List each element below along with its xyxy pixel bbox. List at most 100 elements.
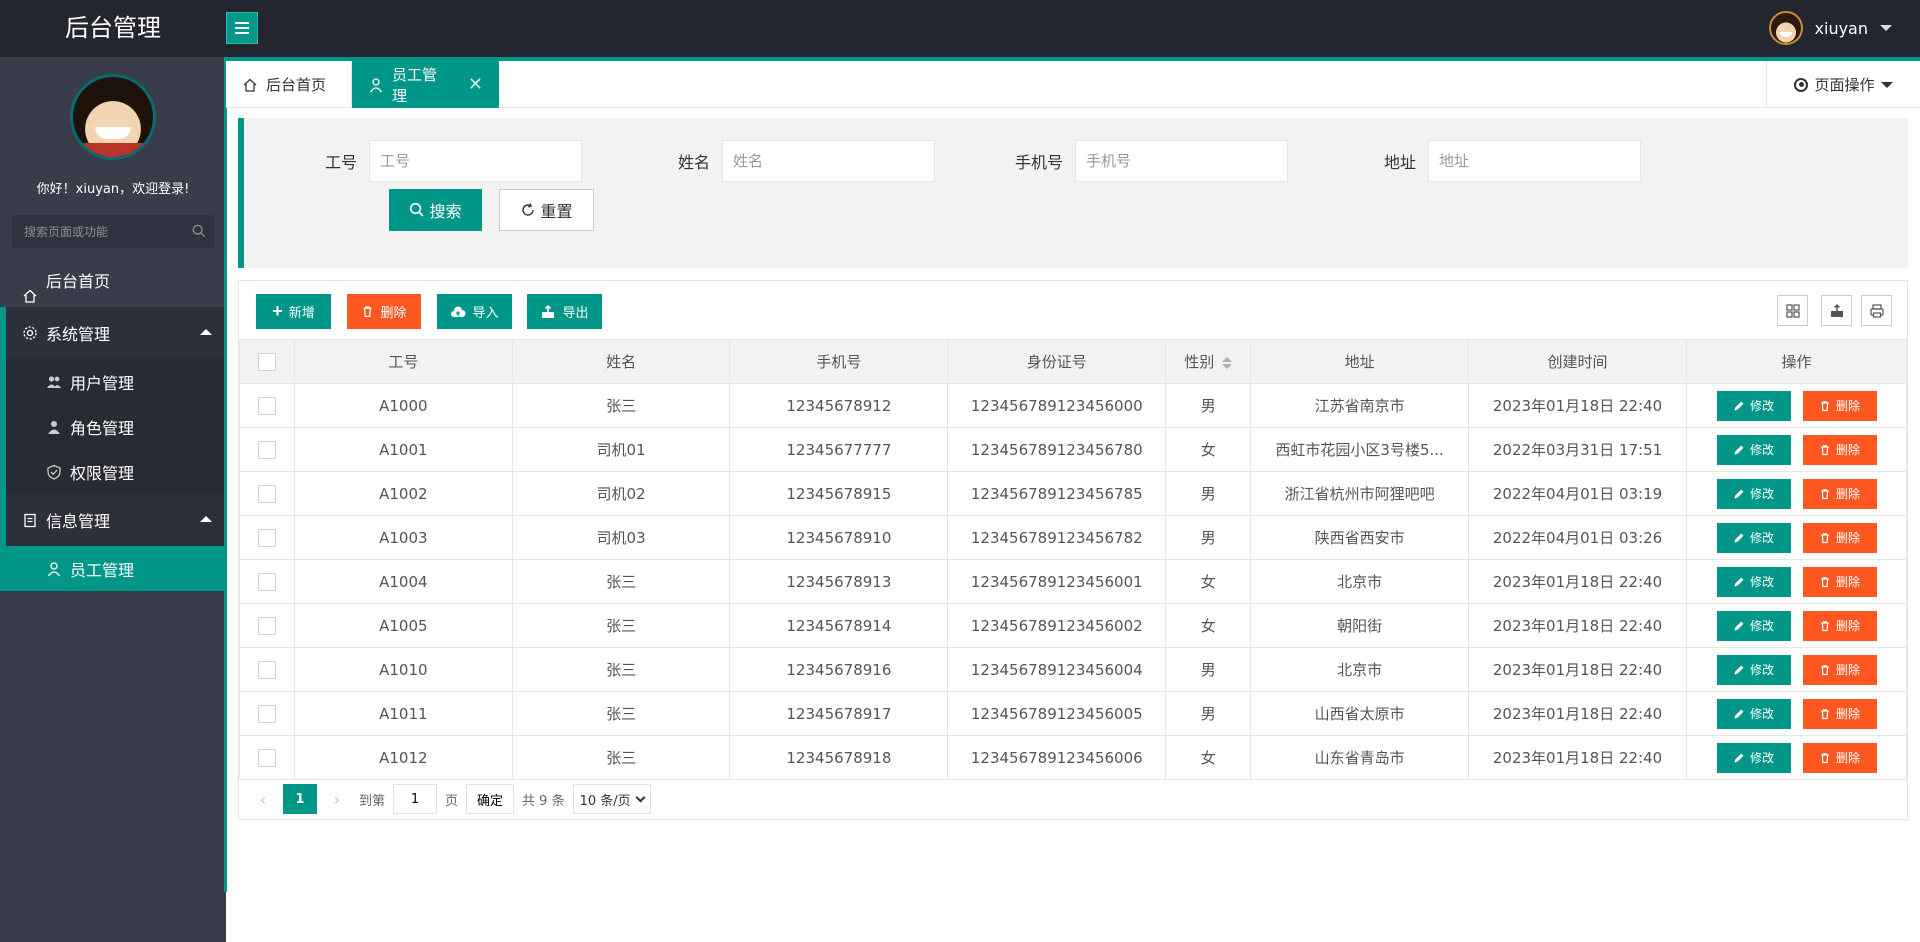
table-row: A1012 张三 12345678918 123456789123456006 女山东省… bbox=[239, 735, 1907, 780]
field-label: 手机号 bbox=[1014, 153, 1063, 172]
table-header-row: 工号 姓名 手机号 身份证号 性别 地址 创建时间 操作 bbox=[239, 339, 1907, 384]
row-checkbox[interactable] bbox=[257, 572, 276, 591]
reset-button[interactable]: 重置 bbox=[499, 189, 594, 231]
sort-icon[interactable] bbox=[1222, 356, 1233, 369]
import-button[interactable]: 导入 bbox=[437, 294, 512, 329]
goto-confirm-button[interactable]: 确定 bbox=[466, 784, 515, 814]
edit-button[interactable]: 修改 bbox=[1716, 478, 1791, 509]
columns-filter-button[interactable] bbox=[1777, 295, 1808, 326]
edit-button[interactable]: 修改 bbox=[1716, 610, 1791, 641]
chevron-down-icon bbox=[635, 792, 646, 802]
search-button[interactable]: 搜索 bbox=[389, 189, 482, 231]
row-checkbox[interactable] bbox=[257, 440, 276, 459]
row-actions: 修改 删除 bbox=[1686, 383, 1907, 428]
table-cell: 12345678917 bbox=[729, 691, 949, 736]
bulk-delete-label: 删除 bbox=[380, 305, 407, 320]
edit-button[interactable]: 修改 bbox=[1716, 698, 1791, 729]
table-cell: 123456789123456005 bbox=[947, 691, 1167, 736]
row-checkbox[interactable] bbox=[257, 396, 276, 415]
tab-home[interactable]: 后台首页 bbox=[226, 61, 352, 108]
column-header-gender[interactable]: 性别 bbox=[1165, 339, 1252, 384]
sidebar-item-home[interactable]: 后台首页 bbox=[0, 257, 224, 307]
sidebar-item-label: 员工管理 bbox=[70, 560, 135, 580]
next-page-button[interactable]: › bbox=[323, 784, 351, 814]
total-count: 共 9 条 bbox=[522, 793, 565, 809]
page-size-value: 10 条/页 bbox=[579, 793, 631, 809]
delete-button[interactable]: 删除 bbox=[1802, 434, 1877, 465]
delete-button[interactable]: 删除 bbox=[1802, 478, 1877, 509]
row-checkbox[interactable] bbox=[257, 660, 276, 679]
delete-label: 删除 bbox=[1835, 487, 1860, 501]
row-checkbox[interactable] bbox=[257, 484, 276, 503]
goto-page-input[interactable] bbox=[393, 784, 438, 814]
edit-button[interactable]: 修改 bbox=[1716, 390, 1791, 421]
row-checkbox[interactable] bbox=[257, 528, 276, 547]
table-cell: 司机03 bbox=[511, 515, 731, 560]
edit-label: 修改 bbox=[1749, 487, 1774, 501]
row-actions: 修改 删除 bbox=[1686, 559, 1907, 604]
edit-button[interactable]: 修改 bbox=[1716, 522, 1791, 553]
column-header: 手机号 bbox=[729, 339, 949, 384]
delete-button[interactable]: 删除 bbox=[1802, 610, 1877, 641]
add-button[interactable]: + 新增 bbox=[256, 294, 331, 329]
delete-button[interactable]: 删除 bbox=[1802, 742, 1877, 773]
field-label: 地址 bbox=[1383, 153, 1416, 172]
tab-employees[interactable]: 员工管理 ✕ bbox=[352, 61, 499, 108]
top-header: 后台管理 xiuyan bbox=[0, 0, 1920, 61]
edit-button[interactable]: 修改 bbox=[1716, 566, 1791, 597]
sidebar-group-info[interactable]: 信息管理 bbox=[0, 494, 224, 546]
row-checkbox[interactable] bbox=[257, 748, 276, 767]
delete-button[interactable]: 删除 bbox=[1802, 390, 1877, 421]
filter-employee-id: 工号 bbox=[297, 140, 582, 182]
user-menu[interactable]: xiuyan bbox=[1768, 10, 1892, 46]
export-table-button[interactable] bbox=[1821, 295, 1852, 326]
name-input[interactable] bbox=[722, 140, 935, 182]
sidebar-item-roles[interactable]: 角色管理 bbox=[6, 404, 224, 449]
edit-button[interactable]: 修改 bbox=[1716, 742, 1791, 773]
sidebar-item-users[interactable]: 用户管理 bbox=[6, 359, 224, 404]
table-cell: 2023年01月18日 22:40 bbox=[1468, 383, 1687, 428]
tab-label: 后台首页 bbox=[266, 76, 327, 94]
print-button[interactable] bbox=[1861, 295, 1892, 326]
table-row: A1004 张三 12345678913 123456789123456001 女北京市… bbox=[239, 559, 1907, 604]
search-icon[interactable] bbox=[192, 224, 206, 238]
delete-button[interactable]: 删除 bbox=[1802, 698, 1877, 729]
delete-button[interactable]: 删除 bbox=[1802, 654, 1877, 685]
edit-button[interactable]: 修改 bbox=[1716, 654, 1791, 685]
sidebar-search-input[interactable] bbox=[12, 215, 214, 248]
sidebar-item-employees[interactable]: 员工管理 bbox=[0, 546, 224, 591]
address-input[interactable] bbox=[1428, 140, 1641, 182]
table-cell: 张三 bbox=[511, 647, 731, 692]
table-cell: 北京市 bbox=[1250, 559, 1470, 604]
prev-page-button[interactable]: ‹ bbox=[249, 784, 277, 814]
sidebar-search bbox=[12, 215, 214, 248]
export-button[interactable]: 导出 bbox=[527, 294, 602, 329]
table-cell: 山西省太原市 bbox=[1250, 691, 1470, 736]
pencil-icon bbox=[1734, 709, 1744, 718]
user-outline-icon bbox=[46, 561, 62, 577]
pencil-icon bbox=[1734, 489, 1744, 498]
page-button-current[interactable]: 1 bbox=[283, 784, 317, 814]
column-header: 姓名 bbox=[511, 339, 731, 384]
row-checkbox[interactable] bbox=[257, 616, 276, 635]
home-icon bbox=[22, 274, 38, 303]
table-cell: 123456789123456006 bbox=[947, 735, 1167, 780]
menu-toggle-button[interactable] bbox=[226, 12, 258, 44]
sidebar-group-system[interactable]: 系统管理 bbox=[0, 307, 224, 359]
delete-button[interactable]: 删除 bbox=[1802, 522, 1877, 553]
edit-label: 修改 bbox=[1749, 443, 1774, 457]
page-size-select[interactable]: 10 条/页 bbox=[572, 784, 651, 814]
page-operations-menu[interactable]: 页面操作 bbox=[1766, 61, 1920, 108]
delete-button[interactable]: 删除 bbox=[1802, 566, 1877, 597]
row-checkbox[interactable] bbox=[257, 704, 276, 723]
phone-input[interactable] bbox=[1075, 140, 1288, 182]
edit-button[interactable]: 修改 bbox=[1716, 434, 1791, 465]
employee-id-input[interactable] bbox=[369, 140, 582, 182]
sidebar-item-permissions[interactable]: 权限管理 bbox=[6, 449, 224, 494]
row-actions: 修改 删除 bbox=[1686, 647, 1907, 692]
page-unit-label: 页 bbox=[445, 793, 459, 809]
bulk-delete-button[interactable]: 删除 bbox=[347, 294, 421, 329]
select-all-cell bbox=[239, 339, 295, 384]
close-icon[interactable]: ✕ bbox=[468, 74, 483, 95]
select-all-checkbox[interactable] bbox=[257, 352, 276, 371]
